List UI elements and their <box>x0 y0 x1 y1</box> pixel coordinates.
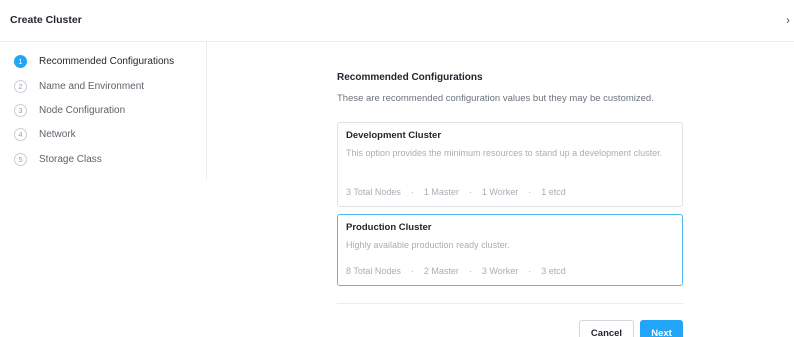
step-name-and-environment[interactable]: 2 Name and Environment <box>14 78 144 94</box>
development-cluster-card[interactable]: Development Cluster This option provides… <box>337 122 683 207</box>
card-stats: 8 Total Nodes · 2 Master · 3 Worker · 3 etcd <box>346 266 566 276</box>
step-label: Recommended Configurations <box>39 55 175 67</box>
step-number: 4 <box>14 127 27 141</box>
total-nodes: 8 Total Nodes <box>346 266 401 276</box>
step-network[interactable]: 4 Network <box>14 126 76 142</box>
next-button[interactable]: Next <box>640 320 683 337</box>
step-label: Storage Class <box>39 153 102 165</box>
close-icon[interactable]: › <box>786 13 790 27</box>
card-stats: 3 Total Nodes · 1 Master · 1 Worker · 1 etcd <box>346 187 566 197</box>
production-cluster-card[interactable]: Production Cluster Highly available prod… <box>337 214 683 286</box>
step-number: 2 <box>14 79 27 93</box>
section-title: Recommended Configurations <box>337 72 483 83</box>
card-description: Highly available production ready cluste… <box>346 240 510 250</box>
step-label: Network <box>39 128 76 140</box>
card-description: This option provides the minimum resourc… <box>346 148 663 158</box>
step-node-configuration[interactable]: 3 Node Configuration <box>14 102 125 118</box>
separator: · <box>468 187 472 197</box>
etcd-count: 1 etcd <box>541 187 566 197</box>
dialog-title: Create Cluster <box>10 14 82 26</box>
etcd-count: 3 etcd <box>541 266 566 276</box>
worker-count: 3 Worker <box>481 266 519 276</box>
section-subtitle: These are recommended configuration valu… <box>337 93 654 104</box>
total-nodes: 3 Total Nodes <box>346 187 401 197</box>
worker-count: 1 Worker <box>481 187 519 197</box>
card-title: Development Cluster <box>346 130 442 141</box>
separator: · <box>410 266 414 276</box>
step-number: 1 <box>14 54 27 68</box>
separator: · <box>468 266 472 276</box>
footer-divider <box>337 303 683 304</box>
master-count: 1 Master <box>423 187 459 197</box>
step-recommended-configurations[interactable]: 1 Recommended Configurations <box>14 53 174 69</box>
separator: · <box>528 187 532 197</box>
wizard-steps: 1 Recommended Configurations 2 Name and … <box>0 42 207 180</box>
step-label: Name and Environment <box>39 80 145 92</box>
master-count: 2 Master <box>423 266 459 276</box>
step-storage-class[interactable]: 5 Storage Class <box>14 151 102 167</box>
separator: · <box>410 187 414 197</box>
separator: · <box>528 266 532 276</box>
dialog-header: Create Cluster › <box>0 0 794 42</box>
step-number: 5 <box>14 152 27 166</box>
step-number: 3 <box>14 103 27 117</box>
step-label: Node Configuration <box>39 104 126 116</box>
cancel-button[interactable]: Cancel <box>579 320 634 337</box>
card-title: Production Cluster <box>346 222 432 233</box>
